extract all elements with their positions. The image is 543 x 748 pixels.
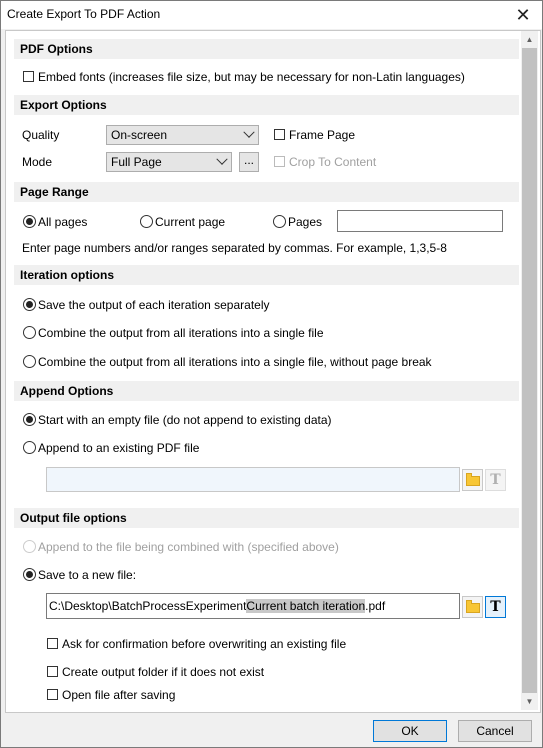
quality-select[interactable]: On-screen [106, 125, 259, 145]
mode-more-button[interactable]: ... [239, 152, 259, 172]
dialog-window: Create Export To PDF Action ✕ PDF Option… [0, 0, 543, 748]
quality-label: Quality [22, 128, 60, 142]
pages-label: Pages [288, 215, 323, 229]
text-token-icon: T [490, 472, 501, 488]
output-path-input[interactable]: C:\Desktop\BatchProcessExperimentCurrent… [46, 593, 460, 619]
section-export-options: Export Options [14, 95, 519, 115]
output-path-prefix: C:\Desktop\BatchProcessExperiment [49, 599, 247, 613]
section-page-range: Page Range [14, 182, 519, 202]
folder-icon [466, 600, 480, 613]
mode-label: Mode [22, 155, 53, 169]
options-panel: PDF Options Embed fonts (increases file … [5, 30, 541, 713]
section-append-options: Append Options [14, 381, 519, 401]
current-page-label: Current page [155, 215, 226, 229]
ok-button[interactable]: OK [373, 720, 447, 742]
open-after-label: Open file after saving [62, 688, 176, 702]
start-empty-label: Start with an empty file (do not append … [38, 413, 332, 427]
pages-input[interactable] [337, 210, 503, 232]
create-folder-checkbox[interactable] [47, 666, 58, 677]
append-combined-label: Append to the file being combined with (… [38, 540, 339, 554]
chevron-down-icon [243, 126, 255, 138]
page-range-hint: Enter page numbers and/or ranges separat… [22, 241, 447, 255]
all-pages-label: All pages [38, 215, 88, 229]
output-browse-button[interactable] [462, 596, 483, 618]
section-output-file-options: Output file options [14, 508, 519, 528]
window-title: Create Export To PDF Action [7, 7, 161, 21]
vertical-scrollbar[interactable]: ▲ ▼ [521, 31, 538, 710]
append-file-input[interactable] [46, 467, 460, 492]
iteration-combine-no-break-radio[interactable] [23, 355, 36, 368]
iteration-combine-no-break-label: Combine the output from all iterations i… [38, 355, 432, 369]
append-browse-button[interactable] [462, 469, 483, 491]
pages-radio[interactable] [273, 215, 286, 228]
crop-to-content-label: Crop To Content [289, 155, 377, 169]
crop-to-content-checkbox[interactable] [274, 156, 285, 167]
append-token-button[interactable]: T [485, 469, 506, 491]
scrollbar-thumb[interactable] [522, 48, 537, 693]
scroll-up-icon[interactable]: ▲ [521, 31, 538, 48]
folder-icon [466, 473, 480, 486]
title-bar: Create Export To PDF Action ✕ [1, 1, 542, 29]
embed-fonts-checkbox[interactable] [23, 71, 34, 82]
output-token-button[interactable]: T [485, 596, 506, 618]
ask-confirm-checkbox[interactable] [47, 638, 58, 649]
save-new-file-label: Save to a new file: [38, 568, 137, 582]
cancel-button[interactable]: Cancel [458, 720, 532, 742]
section-iteration-options: Iteration options [14, 265, 519, 285]
ask-confirm-label: Ask for confirmation before overwriting … [62, 637, 347, 651]
append-existing-radio[interactable] [23, 441, 36, 454]
append-combined-radio[interactable] [23, 540, 36, 553]
iteration-combine-label: Combine the output from all iterations i… [38, 326, 324, 340]
all-pages-radio[interactable] [23, 215, 36, 228]
current-page-radio[interactable] [140, 215, 153, 228]
embed-fonts-label: Embed fonts (increases file size, but ma… [38, 70, 465, 84]
scroll-down-icon[interactable]: ▼ [521, 693, 538, 710]
iteration-separate-label: Save the output of each iteration separa… [38, 298, 270, 312]
close-icon[interactable]: ✕ [510, 3, 536, 27]
frame-page-checkbox[interactable] [274, 129, 285, 140]
chevron-down-icon [216, 153, 228, 165]
output-path-suffix: .pdf [365, 599, 386, 613]
save-new-file-radio[interactable] [23, 568, 36, 581]
text-token-icon: T [490, 599, 501, 615]
section-pdf-options: PDF Options [14, 39, 519, 59]
iteration-separate-radio[interactable] [23, 298, 36, 311]
start-empty-radio[interactable] [23, 413, 36, 426]
open-after-checkbox[interactable] [47, 689, 58, 700]
quality-value: On-screen [111, 128, 168, 142]
frame-page-label: Frame Page [289, 128, 356, 142]
output-path-token: Current batch iteration [246, 599, 366, 613]
mode-value: Full Page [111, 155, 162, 169]
mode-select[interactable]: Full Page [106, 152, 232, 172]
iteration-combine-radio[interactable] [23, 326, 36, 339]
append-existing-label: Append to an existing PDF file [38, 441, 200, 455]
create-folder-label: Create output folder if it does not exis… [62, 665, 265, 679]
